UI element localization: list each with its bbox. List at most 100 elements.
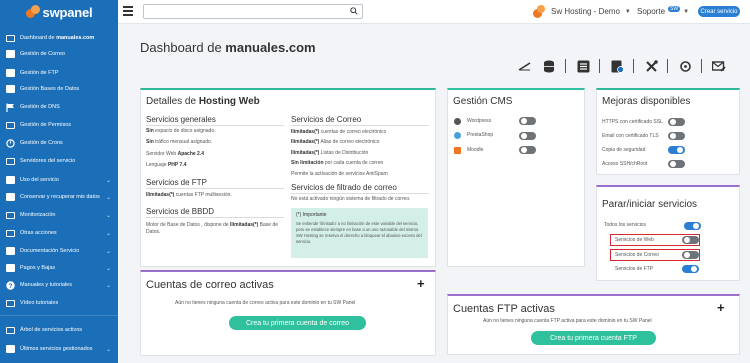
sidebar-item-permissions[interactable]: Gestión de Permisos (0, 117, 118, 133)
chevron-down-icon: ⌄ (105, 212, 111, 219)
important-notice: (*) Importante Se entiende 'ilimitado' a… (291, 208, 428, 258)
tools-icon[interactable] (644, 59, 658, 73)
search-box[interactable] (143, 4, 363, 22)
account-label: Sw Hosting - Demo (551, 7, 620, 16)
web-services-toggle[interactable] (682, 236, 699, 244)
svg-text:?: ? (8, 283, 12, 290)
sidebar-item-mail[interactable]: Gestión de Correo (0, 46, 118, 62)
flag-icon (5, 102, 15, 112)
sidebar-item-manuals[interactable]: ? Manuales y tutoriales ⌄ (0, 277, 118, 293)
database-stack-icon[interactable] (542, 59, 556, 73)
mail-edit-icon[interactable] (712, 59, 726, 73)
search-input[interactable] (144, 9, 344, 22)
sidebar-item-label: Documentación Servicio (20, 248, 80, 254)
mail-accounts-empty: Aún no tienes ninguna cuenta de correo a… (175, 300, 356, 306)
logo[interactable]: swpanel (0, 0, 118, 24)
cms-panel (447, 88, 585, 267)
cms-item-label: Wordpress (467, 118, 492, 124)
ftp-accounts-empty: Aún no tienes ninguna cuenta FTP activa … (483, 318, 652, 324)
upgrade-item-label: Copia de seguridad (602, 147, 646, 153)
list-panel-icon[interactable] (576, 59, 590, 73)
mail-services-title: Servicios de Correo (291, 115, 362, 124)
add-mail-account-button[interactable]: + (417, 276, 425, 291)
sidebar-item-label: Gestión de Permisos (20, 122, 72, 128)
chevron-down-icon: ⌄ (105, 177, 111, 184)
chevron-down-icon: ⌄ (105, 346, 111, 353)
logo-icon (25, 5, 40, 19)
cms-item-label: PrestaShop (467, 132, 494, 138)
sidebar-item-databases[interactable]: Gestión Bases de Datos (0, 81, 118, 97)
sidebar-item-backup[interactable]: Conservar y recuperar mis datos ⌄ (0, 189, 118, 205)
sidebar-item-label: Dashboard de (20, 35, 57, 41)
sidebar-item-service-tree[interactable]: Árbol de servicios activos (0, 322, 118, 338)
sidebar-item-videos[interactable]: Vídeo tutoriales (0, 295, 118, 311)
sidebar: Dashboard de manuales.com Gestión de Cor… (0, 24, 118, 363)
add-ftp-account-button[interactable]: + (717, 300, 725, 315)
sidebar-item-label: Gestión de DNS (20, 104, 60, 110)
mail-row: Ilimitadas(*) cuentas de correo electrón… (291, 129, 387, 135)
sidebar-item-label-bold: manuales.com (56, 35, 95, 41)
mail-filter-row: No está activado ningún sistema de filtr… (291, 196, 411, 202)
create-service-button[interactable]: Crear servicio (698, 6, 740, 17)
sidebar-item-label: Monitorización (20, 212, 56, 218)
sidebar-item-servers[interactable]: Servidores del servicio (0, 153, 118, 169)
bbdd-services-title: Servicios de BBDD (146, 207, 215, 216)
wordpress-toggle[interactable] (519, 117, 536, 125)
upgrades-title: Mejoras disponibles (602, 96, 691, 107)
sidebar-item-recent-services[interactable]: Últimos servicios gestionados ⌄ (0, 341, 118, 357)
sidebar-item-monitoring[interactable]: Monitorización ⌄ (0, 207, 118, 223)
ssh-toggle[interactable] (668, 160, 685, 168)
page-title: Dashboard de manuales.com (140, 40, 316, 55)
sidebar-item-ftp[interactable]: Gestión de FTP (0, 65, 118, 81)
notice-title: (*) Importante (296, 212, 327, 218)
support-label: Soporte (637, 7, 666, 16)
mail-row: Permite la activación de servicios AntiS… (291, 171, 388, 177)
sidebar-item-label: Gestión de Correo (20, 51, 65, 57)
docs-icon (5, 246, 15, 256)
ssl-toggle[interactable] (668, 118, 685, 126)
ftp-icon (5, 68, 15, 78)
refresh-icon[interactable] (678, 59, 692, 73)
video-icon (5, 298, 15, 308)
mail-services-toggle[interactable] (682, 251, 699, 259)
backup-toggle[interactable] (668, 146, 685, 154)
general-row: Sin espacio de disco asignado. (146, 128, 216, 134)
sidebar-item-payments[interactable]: Pagos y Bajas ⌄ (0, 260, 118, 276)
upgrade-item-label: HTTPS con certificado SSL (602, 119, 663, 125)
search-icon[interactable] (350, 7, 358, 15)
ftp-services-toggle[interactable] (682, 265, 699, 273)
account-selector[interactable]: Sw Hosting - Demo ▼ (533, 5, 631, 18)
payments-icon (5, 263, 15, 273)
ftp-accounts-title: Cuentas FTP activas (453, 303, 555, 315)
sidebar-item-crons[interactable]: Gestión de Crons (0, 135, 118, 151)
create-ftp-account-button[interactable]: Crea tu primera cuenta FTP (531, 331, 656, 345)
moodle-toggle[interactable] (519, 146, 536, 154)
menu-toggle-icon[interactable] (123, 6, 133, 16)
sidebar-item-documentation[interactable]: Documentación Servicio ⌄ (0, 243, 118, 259)
sidebar-item-usage[interactable]: Uso del servicio ⌄ (0, 172, 118, 188)
settings-panel-icon[interactable] (610, 59, 624, 73)
sidebar-item-label: Últimos servicios gestionados (20, 346, 93, 352)
cms-title: Gestión CMS (453, 96, 513, 107)
database-icon (5, 84, 15, 94)
permissions-icon (5, 120, 15, 130)
tls-toggle[interactable] (668, 132, 685, 140)
sidebar-item-other-actions[interactable]: Otras acciones ⌄ (0, 225, 118, 241)
create-mail-account-button[interactable]: Crea tu primera cuenta de correo (229, 316, 366, 330)
sidebar-item-dns[interactable]: Gestión de DNS (0, 99, 118, 115)
speed-icon[interactable] (518, 59, 532, 73)
sidebar-item-dashboard[interactable]: Dashboard de manuales.com (0, 30, 118, 46)
chevron-down-icon: ⌄ (105, 194, 111, 201)
tree-icon (5, 325, 15, 335)
wordpress-icon (454, 118, 461, 125)
cron-icon (5, 138, 15, 148)
prestashop-toggle[interactable] (519, 132, 536, 140)
mail-filter-title: Servicios de filtrado de correo (291, 183, 397, 192)
support-menu[interactable]: Soporte SW ▼ (637, 5, 689, 16)
service-item-label: Servicios de Web (615, 237, 654, 243)
general-row: Lenguaje PHP 7.4 (146, 162, 187, 168)
chevron-down-icon: ⌄ (105, 248, 111, 255)
sidebar-item-label: Otras acciones (20, 230, 57, 236)
support-badge: SW (668, 5, 681, 12)
all-services-toggle[interactable] (684, 222, 701, 230)
